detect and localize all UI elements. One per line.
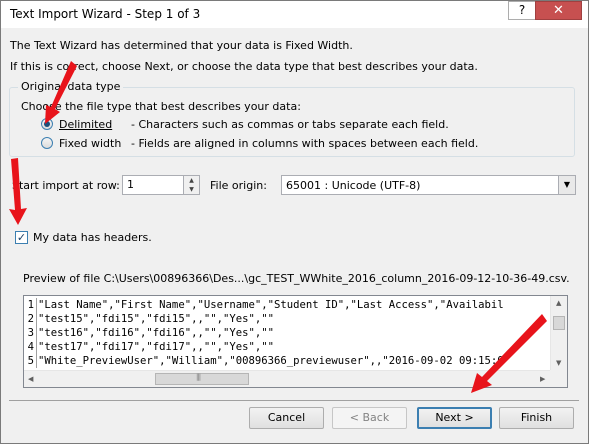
headers-checkbox-label[interactable]: My data has headers.	[33, 231, 152, 244]
headers-checkbox[interactable]: ✓	[15, 231, 28, 244]
spin-up-icon[interactable]: ▲	[184, 176, 199, 185]
window-title: Text Import Wizard - Step 1 of 3	[10, 7, 201, 21]
file-origin-value: 65001 : Unicode (UTF-8)	[286, 179, 421, 192]
preview-row: 4 "test17","fdi17","fdi17",,"","Yes",""	[24, 340, 554, 354]
fixed-width-label[interactable]: Fixed width	[59, 137, 121, 150]
intro-text-line1: The Text Wizard has determined that your…	[10, 39, 353, 52]
next-button[interactable]: Next >	[417, 407, 492, 429]
start-row-spinner[interactable]: ▲ ▼	[184, 175, 200, 195]
scroll-left-icon[interactable]: ◀	[28, 375, 33, 383]
preview-vertical-scrollbar[interactable]: ▲ ▼	[550, 296, 567, 371]
start-row-label: Start import at row:	[12, 179, 120, 192]
preview-row: 2 "test15","fdi15","fdi15",,"","Yes",""	[24, 312, 554, 326]
preview-label: Preview of file C:\Users\00896366\Des...…	[23, 272, 570, 285]
spin-down-icon[interactable]: ▼	[184, 185, 199, 194]
scroll-right-icon[interactable]: ▶	[540, 375, 545, 383]
title-bar: Text Import Wizard - Step 1 of 3 ? ✕	[1, 1, 588, 28]
delimited-radio[interactable]	[41, 118, 53, 130]
file-origin-label: File origin:	[210, 179, 267, 192]
preview-horizontal-scrollbar[interactable]: ◀ ||| ▶	[24, 370, 551, 387]
preview-row: 5 "White_PreviewUser","William","00896366…	[24, 354, 554, 368]
file-origin-dropdown[interactable]: 65001 : Unicode (UTF-8) ▼	[281, 175, 576, 195]
start-row-input[interactable]: 1	[122, 175, 184, 195]
vertical-scroll-thumb[interactable]	[553, 316, 565, 330]
preview-row: 1 "Last Name","First Name","Username","St…	[24, 298, 554, 312]
preview-box[interactable]: 1 "Last Name","First Name","Username","St…	[23, 295, 568, 388]
delimited-description: - Characters such as commas or tabs sepa…	[131, 118, 449, 131]
help-button[interactable]: ?	[508, 1, 535, 20]
data-type-group-title: Original data type	[18, 80, 124, 93]
text-import-wizard-dialog: Text Import Wizard - Step 1 of 3 ? ✕ The…	[0, 0, 589, 444]
file-type-prompt: Choose the file type that best describes…	[21, 100, 301, 113]
fixed-width-radio[interactable]	[41, 137, 53, 149]
fixed-width-description: - Fields are aligned in columns with spa…	[131, 137, 479, 150]
scroll-up-icon[interactable]: ▲	[556, 299, 561, 307]
intro-text-line2: If this is correct, choose Next, or choo…	[10, 60, 478, 73]
grip-icon: |||	[196, 373, 201, 381]
close-button[interactable]: ✕	[535, 1, 582, 20]
finish-button[interactable]: Finish	[499, 407, 574, 429]
button-separator	[9, 400, 579, 401]
delimited-label[interactable]: Delimited	[59, 118, 112, 131]
scroll-down-icon[interactable]: ▼	[556, 359, 561, 367]
preview-row: 3 "test16","fdi16","fdi16",,"","Yes",""	[24, 326, 554, 340]
back-button[interactable]: < Back	[332, 407, 407, 429]
horizontal-scroll-thumb[interactable]: |||	[155, 373, 249, 385]
chevron-down-icon[interactable]: ▼	[558, 176, 575, 194]
cancel-button[interactable]: Cancel	[249, 407, 324, 429]
scrollbar-corner	[550, 370, 567, 387]
